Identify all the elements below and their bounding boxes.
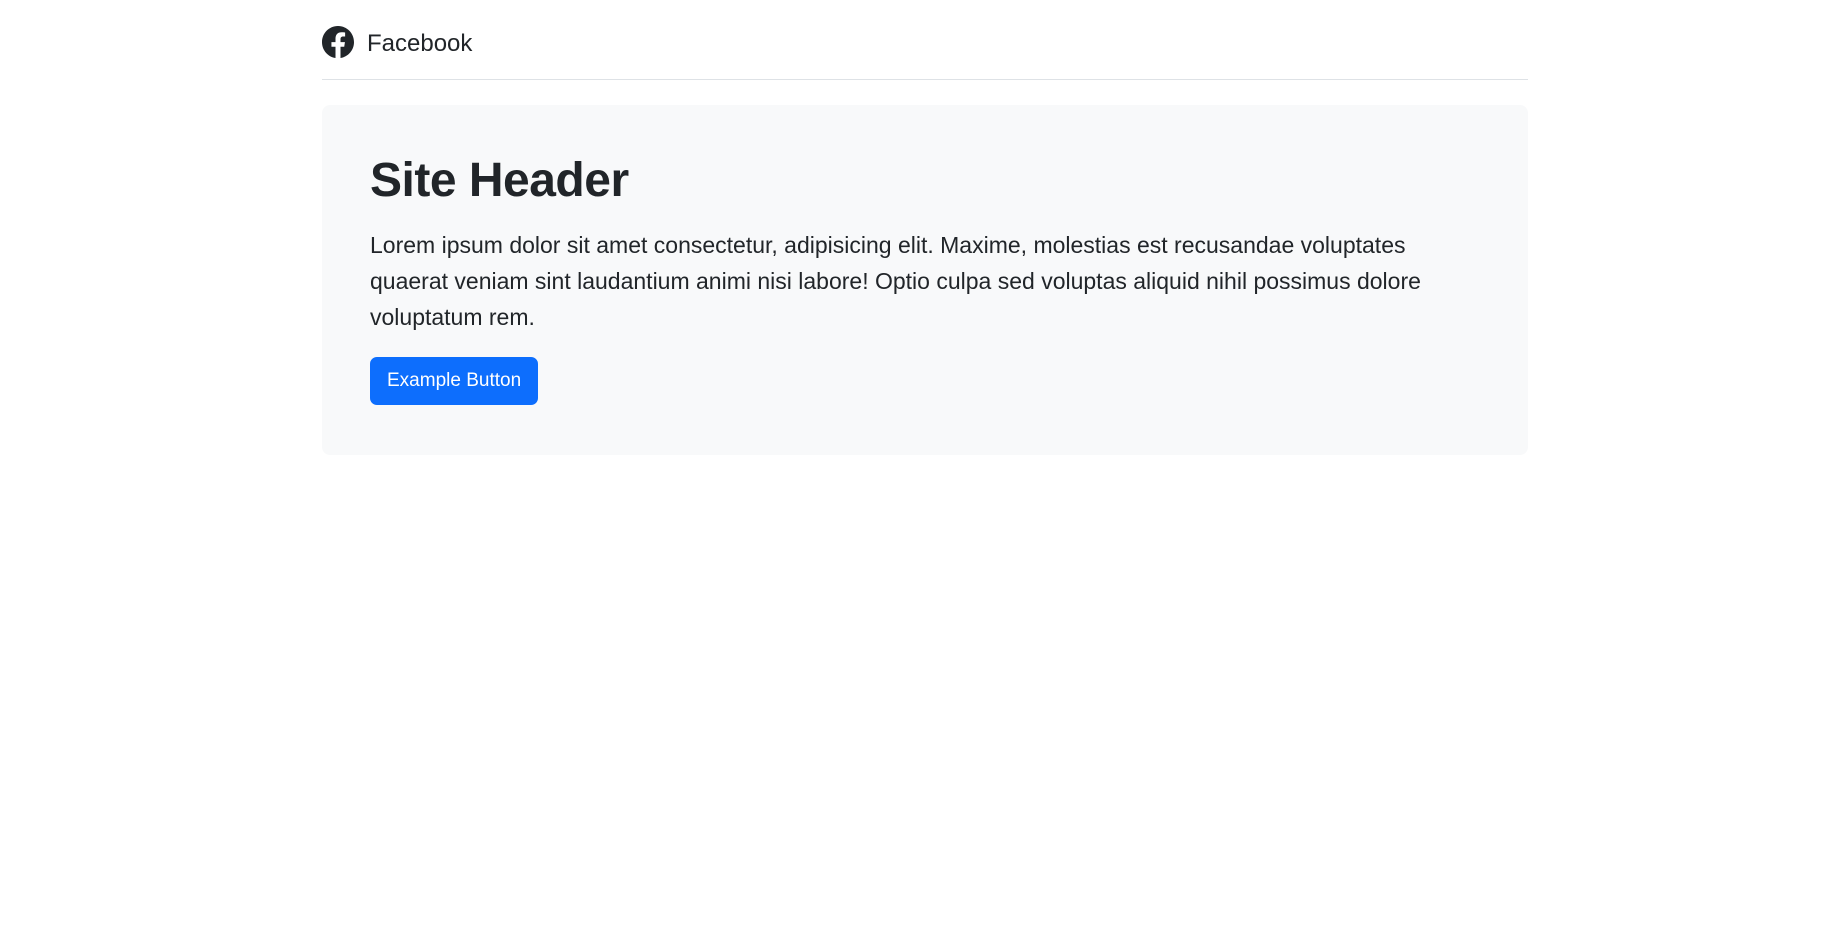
brand-link[interactable]: Facebook xyxy=(322,24,472,60)
page-container: Facebook Site Header Lorem ipsum dolor s… xyxy=(322,0,1528,455)
hero-section: Site Header Lorem ipsum dolor sit amet c… xyxy=(322,105,1528,455)
hero-description: Lorem ipsum dolor sit amet consectetur, … xyxy=(370,232,1421,330)
page-title: Site Header xyxy=(370,154,629,207)
brand-label: Facebook xyxy=(367,29,473,57)
facebook-icon xyxy=(322,25,354,58)
top-header: Facebook xyxy=(322,0,1528,80)
example-button[interactable]: Example Button xyxy=(370,357,539,405)
